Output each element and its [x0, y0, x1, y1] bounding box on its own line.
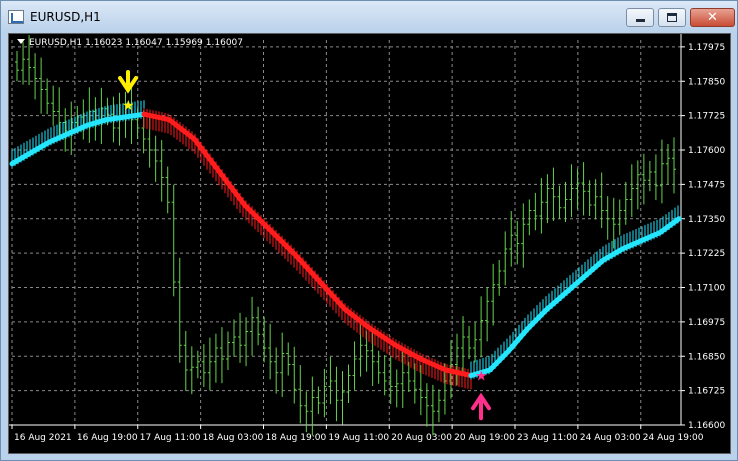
- time-tick-label: 20 Aug 03:00: [391, 433, 452, 443]
- price-tick-label: 1.16725: [688, 387, 725, 397]
- window-title: EURUSD,H1: [30, 10, 101, 24]
- chart-area[interactable]: 1.17975 1.17850 1.17725 1.17600 1.17475 1.173…: [8, 33, 731, 454]
- price-tick-label: 1.17600: [688, 146, 725, 156]
- price-tick-label: 1.17475: [688, 180, 725, 190]
- chart-window-icon[interactable]: [8, 10, 24, 24]
- close-button[interactable]: ✕: [690, 8, 735, 27]
- chart-symbol: EURUSD,H1: [29, 38, 83, 48]
- buy-arrow-icon: [471, 392, 491, 421]
- time-tick-label: 16 Aug 19:00: [77, 433, 138, 443]
- chart-close: 1.16007: [205, 38, 243, 48]
- price-tick-label: 1.17850: [688, 77, 725, 87]
- price-tick-label: 1.16600: [688, 421, 725, 431]
- close-icon: ✕: [707, 10, 718, 25]
- terminal-window: EURUSD,H1 ✕ 1.17975 1.17850 1.17725 1.17600…: [0, 0, 738, 461]
- price-tick-label: 1.17975: [688, 43, 725, 53]
- time-tick-label: 23 Aug 11:00: [517, 433, 578, 443]
- time-tick-label: 20 Aug 19:00: [454, 433, 515, 443]
- buy-star-icon: ★: [475, 368, 488, 384]
- price-tick-label: 1.17725: [688, 112, 725, 122]
- price-chart[interactable]: 1.17975 1.17850 1.17725 1.17600 1.17475 1.173…: [9, 34, 730, 453]
- chart-low: 1.15969: [165, 38, 203, 48]
- time-tick-label: 18 Aug 03:00: [203, 433, 264, 443]
- price-tick-label: 1.17100: [688, 284, 725, 294]
- chart-high: 1.16047: [125, 38, 163, 48]
- trend-line: [468, 216, 682, 378]
- minimize-button[interactable]: [626, 8, 654, 27]
- time-tick-label: 19 Aug 11:00: [328, 433, 389, 443]
- title-bar[interactable]: EURUSD,H1 ✕: [1, 1, 737, 33]
- time-tick-label: 24 Aug 03:00: [580, 433, 641, 443]
- price-tick-label: 1.17350: [688, 215, 725, 225]
- price-tick-label: 1.16850: [688, 352, 725, 362]
- chart-open: 1.16023: [85, 38, 123, 48]
- time-tick-label: 17 Aug 11:00: [140, 433, 201, 443]
- sell-arrow-icon: [118, 70, 138, 94]
- maximize-button[interactable]: [658, 8, 686, 27]
- time-tick-label: 16 Aug 2021: [14, 433, 72, 443]
- chart-info-label: EURUSD,H1 1.16023 1.16047 1.15969 1.16007: [17, 38, 246, 48]
- maximize-icon: [667, 13, 677, 22]
- minimize-icon: [635, 19, 645, 22]
- trend-line: [141, 111, 474, 378]
- chart-menu-triangle-icon[interactable]: [17, 39, 25, 44]
- price-tick-label: 1.17225: [688, 249, 725, 259]
- time-tick-label: 18 Aug 19:00: [266, 433, 327, 443]
- time-tick-label: 24 Aug 19:00: [643, 433, 704, 443]
- sell-star-icon: ★: [122, 98, 135, 114]
- price-tick-label: 1.16975: [688, 318, 725, 328]
